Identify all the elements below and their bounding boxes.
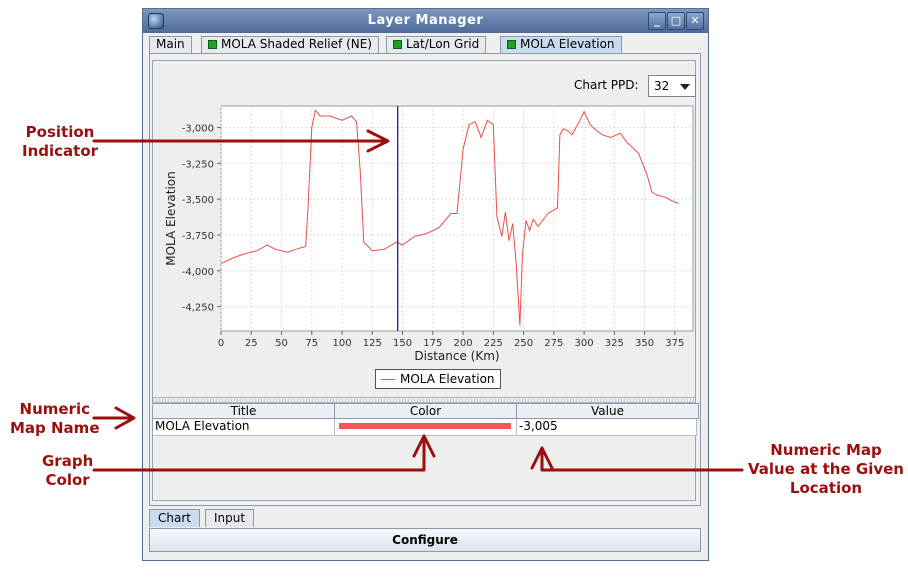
arrow-line (92, 436, 426, 472)
callout-arrows (92, 129, 744, 472)
arrow-line (540, 448, 744, 472)
